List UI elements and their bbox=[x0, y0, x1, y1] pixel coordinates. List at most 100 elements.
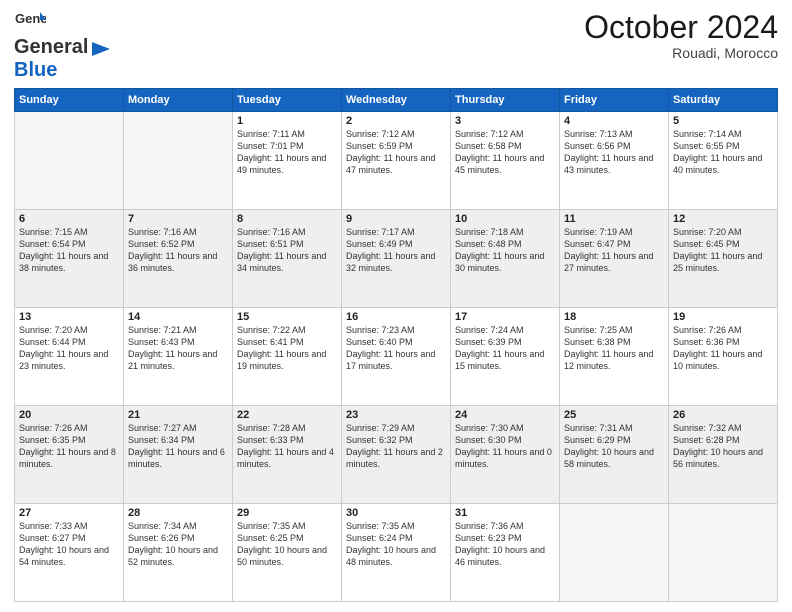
cell-info: Sunrise: 7:19 AMSunset: 6:47 PMDaylight:… bbox=[564, 226, 664, 275]
day-number: 28 bbox=[128, 507, 228, 519]
calendar-cell: 7Sunrise: 7:16 AMSunset: 6:52 PMDaylight… bbox=[124, 210, 233, 308]
calendar-cell bbox=[669, 504, 778, 602]
calendar-cell: 18Sunrise: 7:25 AMSunset: 6:38 PMDayligh… bbox=[560, 308, 669, 406]
calendar-cell: 9Sunrise: 7:17 AMSunset: 6:49 PMDaylight… bbox=[342, 210, 451, 308]
logo-general-text: General bbox=[14, 36, 88, 59]
day-number: 31 bbox=[455, 507, 555, 519]
cell-info: Sunrise: 7:18 AMSunset: 6:48 PMDaylight:… bbox=[455, 226, 555, 275]
calendar-cell: 22Sunrise: 7:28 AMSunset: 6:33 PMDayligh… bbox=[233, 406, 342, 504]
calendar-cell: 16Sunrise: 7:23 AMSunset: 6:40 PMDayligh… bbox=[342, 308, 451, 406]
day-number: 21 bbox=[128, 409, 228, 421]
weekday-header-monday: Monday bbox=[124, 89, 233, 112]
calendar-cell bbox=[560, 504, 669, 602]
day-number: 24 bbox=[455, 409, 555, 421]
day-number: 16 bbox=[346, 311, 446, 323]
calendar-cell: 26Sunrise: 7:32 AMSunset: 6:28 PMDayligh… bbox=[669, 406, 778, 504]
day-number: 3 bbox=[455, 115, 555, 127]
calendar-cell: 2Sunrise: 7:12 AMSunset: 6:59 PMDaylight… bbox=[342, 112, 451, 210]
day-number: 6 bbox=[19, 213, 119, 225]
day-number: 27 bbox=[19, 507, 119, 519]
day-number: 15 bbox=[237, 311, 337, 323]
logo: General General Blue bbox=[14, 10, 110, 82]
cell-info: Sunrise: 7:33 AMSunset: 6:27 PMDaylight:… bbox=[19, 520, 119, 569]
calendar-cell: 8Sunrise: 7:16 AMSunset: 6:51 PMDaylight… bbox=[233, 210, 342, 308]
cell-info: Sunrise: 7:35 AMSunset: 6:25 PMDaylight:… bbox=[237, 520, 337, 569]
cell-info: Sunrise: 7:35 AMSunset: 6:24 PMDaylight:… bbox=[346, 520, 446, 569]
calendar-week-row: 20Sunrise: 7:26 AMSunset: 6:35 PMDayligh… bbox=[15, 406, 778, 504]
cell-info: Sunrise: 7:14 AMSunset: 6:55 PMDaylight:… bbox=[673, 128, 773, 177]
day-number: 9 bbox=[346, 213, 446, 225]
calendar-cell: 23Sunrise: 7:29 AMSunset: 6:32 PMDayligh… bbox=[342, 406, 451, 504]
day-number: 2 bbox=[346, 115, 446, 127]
day-number: 23 bbox=[346, 409, 446, 421]
calendar-cell: 19Sunrise: 7:26 AMSunset: 6:36 PMDayligh… bbox=[669, 308, 778, 406]
calendar-cell: 4Sunrise: 7:13 AMSunset: 6:56 PMDaylight… bbox=[560, 112, 669, 210]
day-number: 30 bbox=[346, 507, 446, 519]
cell-info: Sunrise: 7:16 AMSunset: 6:52 PMDaylight:… bbox=[128, 226, 228, 275]
page-container: General General Blue October 2024 Rouadi… bbox=[0, 0, 792, 612]
cell-info: Sunrise: 7:17 AMSunset: 6:49 PMDaylight:… bbox=[346, 226, 446, 275]
calendar-cell: 1Sunrise: 7:11 AMSunset: 7:01 PMDaylight… bbox=[233, 112, 342, 210]
cell-info: Sunrise: 7:13 AMSunset: 6:56 PMDaylight:… bbox=[564, 128, 664, 177]
cell-info: Sunrise: 7:23 AMSunset: 6:40 PMDaylight:… bbox=[346, 324, 446, 373]
calendar-cell bbox=[124, 112, 233, 210]
day-number: 26 bbox=[673, 409, 773, 421]
title-block: October 2024 Rouadi, Morocco bbox=[584, 10, 778, 61]
day-number: 12 bbox=[673, 213, 773, 225]
calendar-week-row: 1Sunrise: 7:11 AMSunset: 7:01 PMDaylight… bbox=[15, 112, 778, 210]
logo-icon: General bbox=[14, 10, 46, 36]
weekday-header-thursday: Thursday bbox=[451, 89, 560, 112]
calendar-cell: 20Sunrise: 7:26 AMSunset: 6:35 PMDayligh… bbox=[15, 406, 124, 504]
cell-info: Sunrise: 7:28 AMSunset: 6:33 PMDaylight:… bbox=[237, 422, 337, 471]
calendar-cell: 31Sunrise: 7:36 AMSunset: 6:23 PMDayligh… bbox=[451, 504, 560, 602]
day-number: 29 bbox=[237, 507, 337, 519]
calendar-cell: 6Sunrise: 7:15 AMSunset: 6:54 PMDaylight… bbox=[15, 210, 124, 308]
calendar-cell: 12Sunrise: 7:20 AMSunset: 6:45 PMDayligh… bbox=[669, 210, 778, 308]
calendar-table: SundayMondayTuesdayWednesdayThursdayFrid… bbox=[14, 88, 778, 602]
cell-info: Sunrise: 7:29 AMSunset: 6:32 PMDaylight:… bbox=[346, 422, 446, 471]
calendar-cell: 17Sunrise: 7:24 AMSunset: 6:39 PMDayligh… bbox=[451, 308, 560, 406]
cell-info: Sunrise: 7:31 AMSunset: 6:29 PMDaylight:… bbox=[564, 422, 664, 471]
cell-info: Sunrise: 7:21 AMSunset: 6:43 PMDaylight:… bbox=[128, 324, 228, 373]
logo-blue-text: Blue bbox=[14, 59, 57, 81]
cell-info: Sunrise: 7:12 AMSunset: 6:59 PMDaylight:… bbox=[346, 128, 446, 177]
calendar-cell bbox=[15, 112, 124, 210]
cell-info: Sunrise: 7:26 AMSunset: 6:36 PMDaylight:… bbox=[673, 324, 773, 373]
weekday-header-friday: Friday bbox=[560, 89, 669, 112]
calendar-cell: 28Sunrise: 7:34 AMSunset: 6:26 PMDayligh… bbox=[124, 504, 233, 602]
calendar-cell: 30Sunrise: 7:35 AMSunset: 6:24 PMDayligh… bbox=[342, 504, 451, 602]
weekday-header-wednesday: Wednesday bbox=[342, 89, 451, 112]
cell-info: Sunrise: 7:20 AMSunset: 6:45 PMDaylight:… bbox=[673, 226, 773, 275]
calendar-cell: 3Sunrise: 7:12 AMSunset: 6:58 PMDaylight… bbox=[451, 112, 560, 210]
header: General General Blue October 2024 Rouadi… bbox=[14, 10, 778, 82]
cell-info: Sunrise: 7:12 AMSunset: 6:58 PMDaylight:… bbox=[455, 128, 555, 177]
calendar-cell: 21Sunrise: 7:27 AMSunset: 6:34 PMDayligh… bbox=[124, 406, 233, 504]
day-number: 5 bbox=[673, 115, 773, 127]
cell-info: Sunrise: 7:11 AMSunset: 7:01 PMDaylight:… bbox=[237, 128, 337, 177]
calendar-week-row: 27Sunrise: 7:33 AMSunset: 6:27 PMDayligh… bbox=[15, 504, 778, 602]
day-number: 4 bbox=[564, 115, 664, 127]
weekday-header-saturday: Saturday bbox=[669, 89, 778, 112]
day-number: 19 bbox=[673, 311, 773, 323]
calendar-cell: 14Sunrise: 7:21 AMSunset: 6:43 PMDayligh… bbox=[124, 308, 233, 406]
day-number: 25 bbox=[564, 409, 664, 421]
calendar-week-row: 6Sunrise: 7:15 AMSunset: 6:54 PMDaylight… bbox=[15, 210, 778, 308]
cell-info: Sunrise: 7:26 AMSunset: 6:35 PMDaylight:… bbox=[19, 422, 119, 471]
cell-info: Sunrise: 7:16 AMSunset: 6:51 PMDaylight:… bbox=[237, 226, 337, 275]
day-number: 11 bbox=[564, 213, 664, 225]
cell-info: Sunrise: 7:27 AMSunset: 6:34 PMDaylight:… bbox=[128, 422, 228, 471]
weekday-header-row: SundayMondayTuesdayWednesdayThursdayFrid… bbox=[15, 89, 778, 112]
day-number: 1 bbox=[237, 115, 337, 127]
cell-info: Sunrise: 7:34 AMSunset: 6:26 PMDaylight:… bbox=[128, 520, 228, 569]
cell-info: Sunrise: 7:15 AMSunset: 6:54 PMDaylight:… bbox=[19, 226, 119, 275]
cell-info: Sunrise: 7:36 AMSunset: 6:23 PMDaylight:… bbox=[455, 520, 555, 569]
calendar-cell: 13Sunrise: 7:20 AMSunset: 6:44 PMDayligh… bbox=[15, 308, 124, 406]
calendar-cell: 15Sunrise: 7:22 AMSunset: 6:41 PMDayligh… bbox=[233, 308, 342, 406]
cell-info: Sunrise: 7:32 AMSunset: 6:28 PMDaylight:… bbox=[673, 422, 773, 471]
calendar-cell: 29Sunrise: 7:35 AMSunset: 6:25 PMDayligh… bbox=[233, 504, 342, 602]
calendar-cell: 25Sunrise: 7:31 AMSunset: 6:29 PMDayligh… bbox=[560, 406, 669, 504]
calendar-cell: 10Sunrise: 7:18 AMSunset: 6:48 PMDayligh… bbox=[451, 210, 560, 308]
calendar-cell: 24Sunrise: 7:30 AMSunset: 6:30 PMDayligh… bbox=[451, 406, 560, 504]
month-title: October 2024 bbox=[584, 10, 778, 45]
day-number: 18 bbox=[564, 311, 664, 323]
